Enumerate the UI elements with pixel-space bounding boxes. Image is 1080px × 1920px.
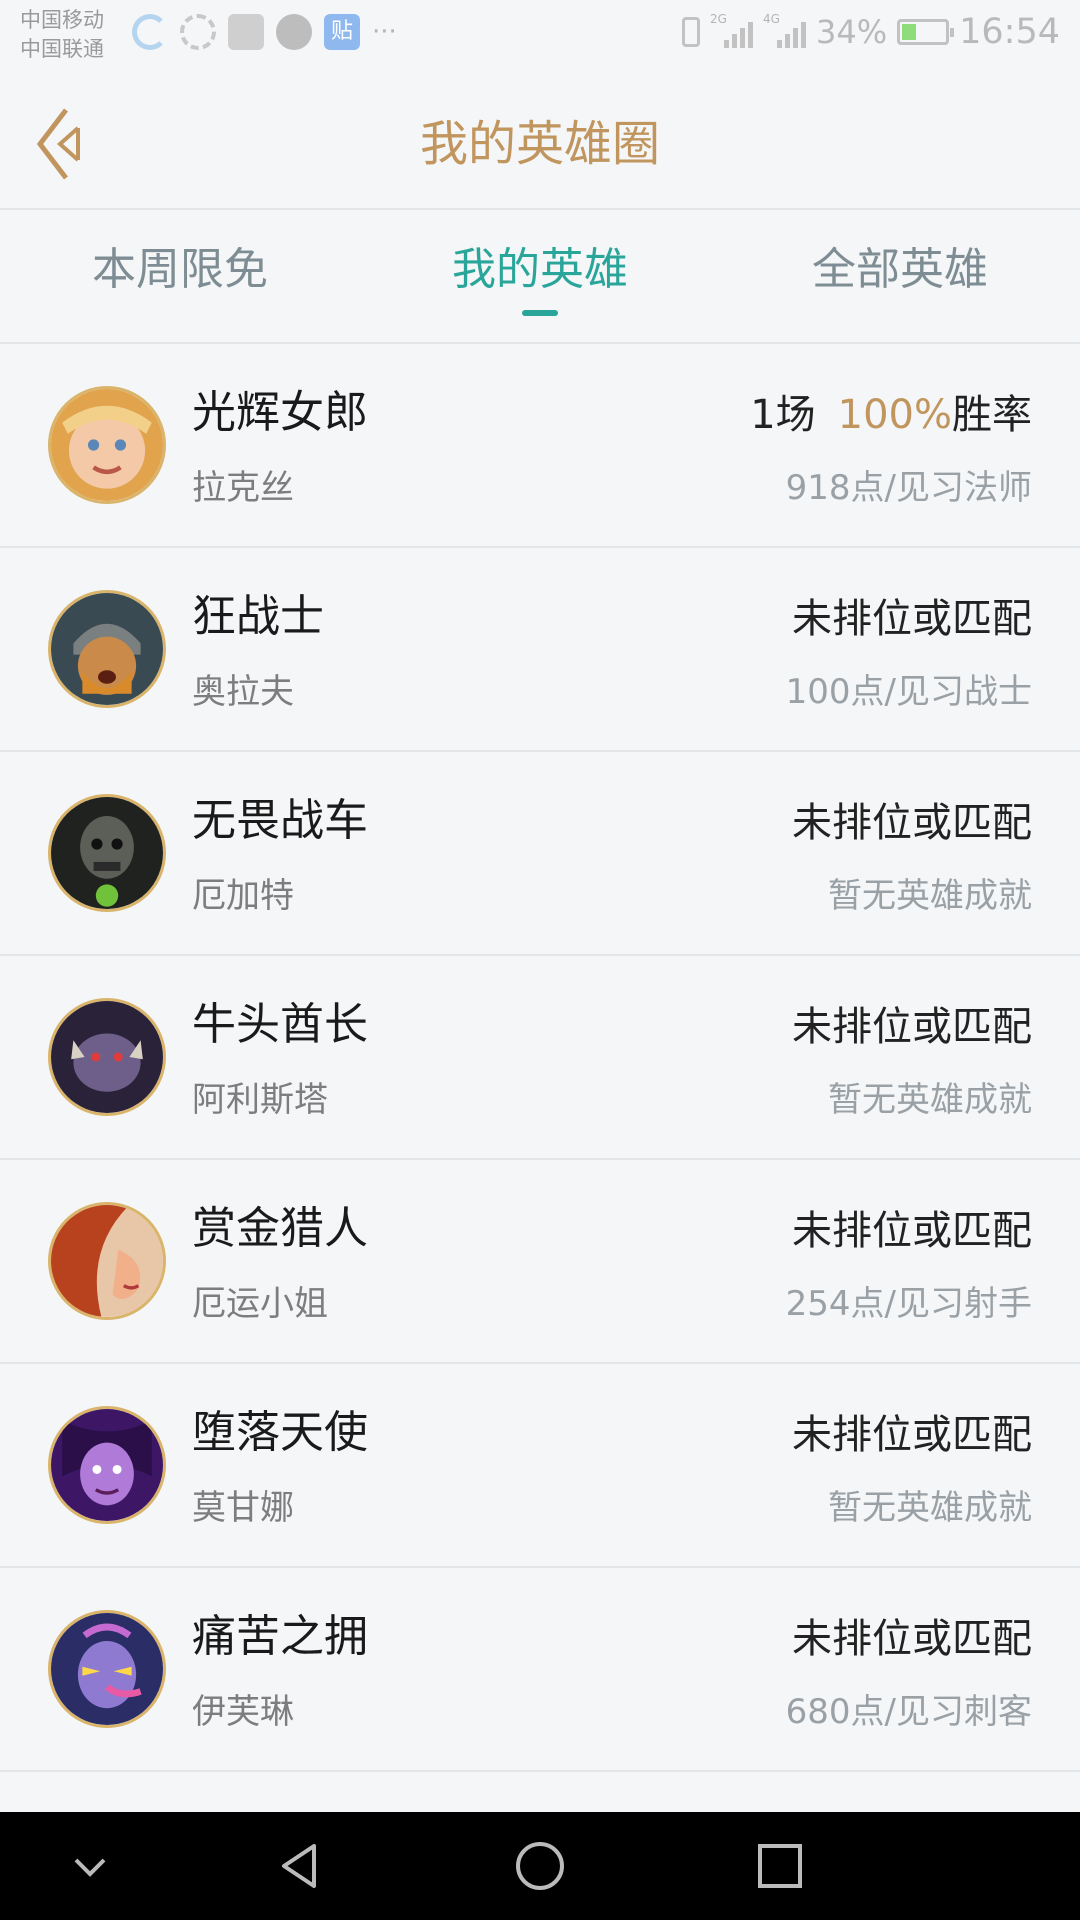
hero-avatar (48, 998, 166, 1116)
sync-icon (132, 14, 168, 50)
hero-title: 堕落天使 (192, 1407, 368, 1458)
hero-status: 未排位或匹配 (792, 596, 1032, 642)
message-icon (228, 14, 264, 50)
clock: 16:54 (959, 12, 1060, 52)
hero-row[interactable]: 赏金猎人 厄运小姐 未排位或匹配 254点/见习射手 (0, 1160, 1080, 1364)
hero-name: 阿利斯塔 (192, 1080, 328, 1120)
hero-avatar (48, 1406, 166, 1524)
signal-4g-icon: 4G (763, 12, 806, 48)
hero-achievement: 暂无英雄成就 (828, 1080, 1032, 1120)
hero-achievement: 680点/见习刺客 (785, 1692, 1032, 1732)
signal-2g-icon: 2G (710, 12, 753, 48)
triangle-back-icon (282, 1844, 316, 1888)
hero-avatar (48, 1202, 166, 1320)
active-tab-indicator (522, 310, 558, 316)
hero-status: 未排位或匹配 (792, 800, 1032, 846)
loading-icon (180, 14, 216, 50)
hero-title: 光辉女郎 (192, 387, 368, 438)
nav-collapse-button[interactable] (60, 1836, 120, 1896)
hero-row[interactable]: 光辉女郎 拉克丝 1场 100%胜率 918点/见习法师 (0, 344, 1080, 548)
hero-status: 未排位或匹配 (792, 1004, 1032, 1050)
nav-recent-button[interactable] (750, 1836, 810, 1896)
tab-weekly-free[interactable]: 本周限免 (30, 210, 330, 342)
carrier-2: 中国联通 (20, 37, 104, 61)
hero-title: 牛头酋长 (192, 999, 368, 1050)
win-rate-value: 100% (837, 392, 952, 438)
hero-portrait-icon (51, 797, 163, 909)
hero-list: 光辉女郎 拉克丝 1场 100%胜率 918点/见习法师 狂战士 奥拉夫 未排位或… (0, 344, 1080, 1772)
circle-home-icon (516, 1842, 564, 1890)
tieba-icon: 贴 (324, 14, 360, 50)
hero-avatar (48, 1610, 166, 1728)
hero-row[interactable]: 无畏战车 厄加特 未排位或匹配 暂无英雄成就 (0, 752, 1080, 956)
more-notifications-icon: ··· (372, 17, 397, 47)
hero-status: 未排位或匹配 (792, 1616, 1032, 1662)
network-4g-label: 4G (763, 12, 780, 26)
games-count: 1场 (750, 392, 816, 438)
tab-bar: 本周限免 我的英雄 全部英雄 (0, 210, 1080, 344)
battery-percent: 34% (816, 13, 888, 51)
hero-title: 无畏战车 (192, 795, 368, 846)
hero-avatar (48, 794, 166, 912)
hero-name: 伊芙琳 (192, 1692, 294, 1732)
hero-avatar (48, 590, 166, 708)
hero-name: 厄加特 (192, 876, 294, 916)
page-title: 我的英雄圈 (419, 116, 660, 172)
hero-stats: 1场 100%胜率 (750, 382, 1032, 440)
carrier-1: 中国移动 (20, 8, 104, 32)
hero-achievement: 暂无英雄成就 (828, 876, 1032, 916)
hero-status: 未排位或匹配 (792, 1412, 1032, 1458)
tab-my-heroes[interactable]: 我的英雄 (390, 210, 690, 342)
network-2g-label: 2G (710, 12, 727, 26)
hero-name: 奥拉夫 (192, 672, 294, 712)
hero-portrait-icon (51, 593, 163, 705)
carrier-labels: 中国移动 中国联通 (20, 6, 104, 64)
hero-row[interactable]: 狂战士 奥拉夫 未排位或匹配 100点/见习战士 (0, 548, 1080, 752)
battery-icon (897, 19, 955, 45)
hero-portrait-icon (51, 1001, 163, 1113)
system-nav-bar (0, 1812, 1080, 1920)
hero-portrait-icon (51, 1205, 163, 1317)
hero-row[interactable]: 痛苦之拥 伊芙琳 未排位或匹配 680点/见习刺客 (0, 1568, 1080, 1772)
hero-title: 痛苦之拥 (192, 1611, 368, 1662)
hero-name: 莫甘娜 (192, 1488, 294, 1528)
hero-portrait-icon (51, 1409, 163, 1521)
nav-back-button[interactable] (270, 1836, 330, 1896)
app-header: 我的英雄圈 (0, 80, 1080, 210)
hero-achievement: 254点/见习射手 (785, 1284, 1032, 1324)
notification-icons: 贴 ··· (132, 14, 397, 50)
hero-achievement: 100点/见习战士 (785, 672, 1032, 712)
hero-name: 厄运小姐 (192, 1284, 328, 1324)
hero-portrait-icon (51, 389, 163, 501)
hero-achievement: 918点/见习法师 (785, 468, 1032, 508)
vibrate-icon (682, 17, 700, 47)
nav-home-button[interactable] (510, 1836, 570, 1896)
hero-name: 拉克丝 (192, 468, 294, 508)
win-rate-label: 胜率 (952, 392, 1032, 438)
hero-row[interactable]: 牛头酋长 阿利斯塔 未排位或匹配 暂无英雄成就 (0, 956, 1080, 1160)
hero-achievement: 暂无英雄成就 (828, 1488, 1032, 1528)
qq-icon (276, 14, 312, 50)
battery-fill (902, 24, 917, 40)
hero-title: 赏金猎人 (192, 1203, 368, 1254)
hero-portrait-icon (51, 1613, 163, 1725)
hero-avatar (48, 386, 166, 504)
chevron-down-icon (74, 1858, 106, 1877)
system-indicators: 2G 4G 34% 16:54 (682, 12, 1060, 52)
hero-status: 未排位或匹配 (792, 1208, 1032, 1254)
square-recent-icon (758, 1844, 802, 1888)
hero-row[interactable]: 堕落天使 莫甘娜 未排位或匹配 暂无英雄成就 (0, 1364, 1080, 1568)
status-bar: 中国移动 中国联通 贴 ··· 2G 4G 34% 16:54 (0, 0, 1080, 80)
tab-all-heroes[interactable]: 全部英雄 (750, 210, 1050, 342)
hero-title: 狂战士 (192, 591, 324, 642)
